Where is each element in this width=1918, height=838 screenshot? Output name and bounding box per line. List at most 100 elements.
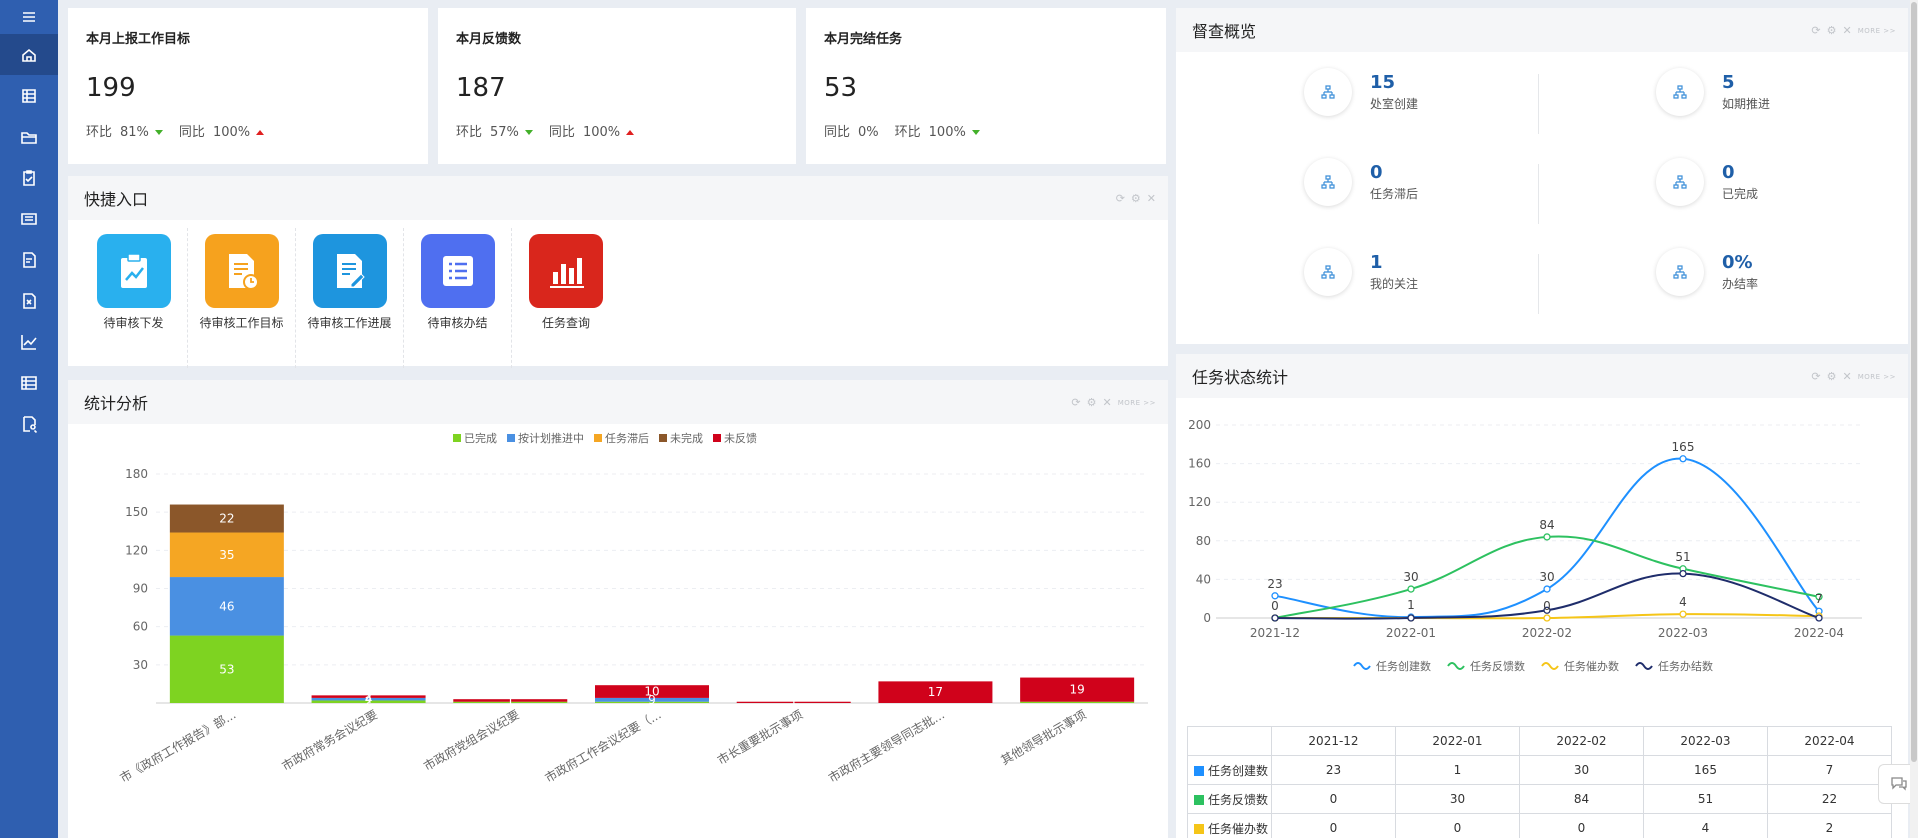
sidebar-item-document-edit[interactable]: [0, 239, 58, 280]
task-status-table: 2021-12 2022-01 2022-02 2022-03 2022-04 任务创建数…: [1187, 726, 1892, 838]
org-chart-icon: [1321, 85, 1335, 99]
quick-entry-item[interactable]: 待审核办结: [404, 228, 512, 368]
table-cell: 1: [1395, 755, 1520, 785]
close-icon[interactable]: ✕: [1842, 24, 1851, 37]
kpi-compare-value: 0%: [858, 125, 879, 140]
quick-entry-label: 待审核工作进展: [307, 316, 392, 330]
legend-item[interactable]: 任务催办数: [1541, 659, 1619, 673]
document-clock-icon[interactable]: [204, 234, 279, 308]
overview-item[interactable]: 0 任务滞后: [1304, 158, 1418, 206]
sidebar-item-list-card[interactable]: [0, 198, 58, 239]
sidebar-item-folder[interactable]: [0, 116, 58, 157]
legend-swatch: [1447, 662, 1465, 670]
bar-data-label: 2: [365, 690, 373, 704]
quick-entry-item[interactable]: 待审核下发: [80, 228, 188, 368]
table-cell: 0: [1271, 813, 1396, 838]
point-label: 84: [1539, 518, 1554, 532]
overview-value: 1: [1370, 252, 1383, 273]
overview-label: 任务滞后: [1370, 187, 1419, 201]
quick-entry-item[interactable]: 待审核工作进展: [296, 228, 404, 368]
kpi-card: 本月完结任务 53 同比 0% 环比 100%: [806, 8, 1166, 164]
legend-item[interactable]: 任务创建数: [1353, 659, 1431, 673]
legend-item[interactable]: 任务办结数: [1635, 660, 1713, 673]
y-tick-label: 150: [125, 505, 148, 519]
table-row: 任务反馈数 0 30 84 51 22: [1187, 784, 1892, 814]
line-chart-icon: [21, 334, 37, 350]
stats-title: 统计分析: [84, 394, 149, 413]
legend-swatch: [1194, 765, 1204, 776]
quick-entry-item[interactable]: 待审核工作目标: [188, 228, 296, 368]
refresh-icon[interactable]: ⟳: [1811, 370, 1820, 383]
close-icon[interactable]: ✕: [1147, 192, 1156, 205]
sidebar-item-document-cancel[interactable]: [0, 280, 58, 321]
legend-swatch: [594, 434, 602, 442]
legend-label: 任务创建数: [1376, 659, 1431, 673]
quick-entry-label: 待审核办结: [427, 316, 488, 330]
sidebar-item-clipboard-check[interactable]: [0, 157, 58, 198]
org-chart-icon: [1321, 265, 1335, 279]
series-point: [1407, 585, 1415, 593]
sidebar-item-home[interactable]: [0, 34, 58, 75]
clipboard-chart-icon[interactable]: [96, 234, 171, 308]
sidebar-item-grid-table[interactable]: [0, 362, 58, 403]
overview-value: 15: [1370, 72, 1396, 93]
x-tick-label: 2022-02: [1522, 626, 1572, 640]
legend-item[interactable]: 未完成: [659, 431, 703, 445]
legend-item[interactable]: 已完成: [453, 431, 497, 445]
close-icon[interactable]: ✕: [1842, 370, 1851, 383]
overview-item[interactable]: 0 已完成: [1656, 158, 1758, 206]
kpi-compare-value: 57%: [490, 125, 519, 140]
kpi-compare-label: 同比: [824, 125, 851, 140]
overview-label: 如期推进: [1722, 97, 1771, 111]
more-link[interactable]: MORE >>: [1858, 373, 1896, 381]
kpi-compare-label: 同比: [178, 125, 205, 140]
list-icon[interactable]: [420, 234, 495, 308]
task-status-panel: 任务状态统计 ⟳ ⚙ ✕ MORE >> 0 40 80 120 160 200 2021-…: [1176, 354, 1908, 838]
x-tick-label: 2022-01: [1386, 626, 1436, 640]
bar-chart-icon[interactable]: [529, 234, 603, 308]
legend-swatch: [1194, 794, 1204, 805]
quick-entry-item[interactable]: 任务查询: [512, 228, 620, 368]
y-tick-label: 160: [1188, 457, 1211, 471]
legend-label: 任务滞后: [605, 432, 649, 445]
sidebar-item-document-search[interactable]: [0, 403, 58, 444]
y-tick-label: 200: [1188, 418, 1211, 432]
refresh-icon[interactable]: ⟳: [1811, 24, 1820, 37]
list-card-icon: [21, 212, 37, 225]
gear-icon[interactable]: ⚙: [1087, 396, 1097, 409]
overview-item[interactable]: 0% 办结率: [1656, 248, 1758, 296]
document-pen-icon[interactable]: [312, 234, 387, 308]
overview-item[interactable]: 5 如期推进: [1656, 68, 1770, 116]
y-tick-label: 180: [125, 467, 148, 481]
table-cell: 4: [1643, 813, 1768, 838]
series-point: [1407, 614, 1415, 622]
close-icon[interactable]: ✕: [1102, 396, 1111, 409]
trend-down-icon: [154, 130, 163, 135]
more-link[interactable]: MORE >>: [1858, 27, 1896, 35]
point-label: 0: [1543, 599, 1551, 613]
table-icon: [22, 88, 36, 103]
chat-icon: [1890, 777, 1907, 791]
refresh-icon[interactable]: ⟳: [1071, 396, 1080, 409]
bar-segment: [1020, 701, 1135, 703]
sidebar-item-line-chart[interactable]: [0, 321, 58, 362]
series-point: [1815, 614, 1823, 622]
sidebar-item-table[interactable]: [0, 75, 58, 116]
legend-item[interactable]: 未反馈: [713, 432, 757, 445]
bar-data-label: 35: [219, 548, 234, 562]
scrollbar[interactable]: [1910, 0, 1918, 838]
refresh-icon[interactable]: ⟳: [1116, 192, 1125, 205]
more-link[interactable]: MORE >>: [1118, 399, 1156, 407]
x-tick-label: 市政府党组会议纪要: [421, 707, 522, 774]
legend-swatch: [453, 434, 461, 442]
legend-item[interactable]: 任务滞后: [594, 432, 649, 445]
table-cell: 30: [1519, 755, 1644, 785]
menu-toggle[interactable]: [0, 0, 58, 34]
legend-item[interactable]: 任务反馈数: [1447, 660, 1525, 673]
gear-icon[interactable]: ⚙: [1827, 24, 1837, 37]
gear-icon[interactable]: ⚙: [1827, 370, 1837, 383]
overview-item[interactable]: 15 处室创建: [1304, 68, 1418, 116]
legend-item[interactable]: 按计划推进中: [507, 431, 584, 445]
gear-icon[interactable]: ⚙: [1131, 192, 1141, 205]
overview-item[interactable]: 1 我的关注: [1304, 248, 1418, 296]
